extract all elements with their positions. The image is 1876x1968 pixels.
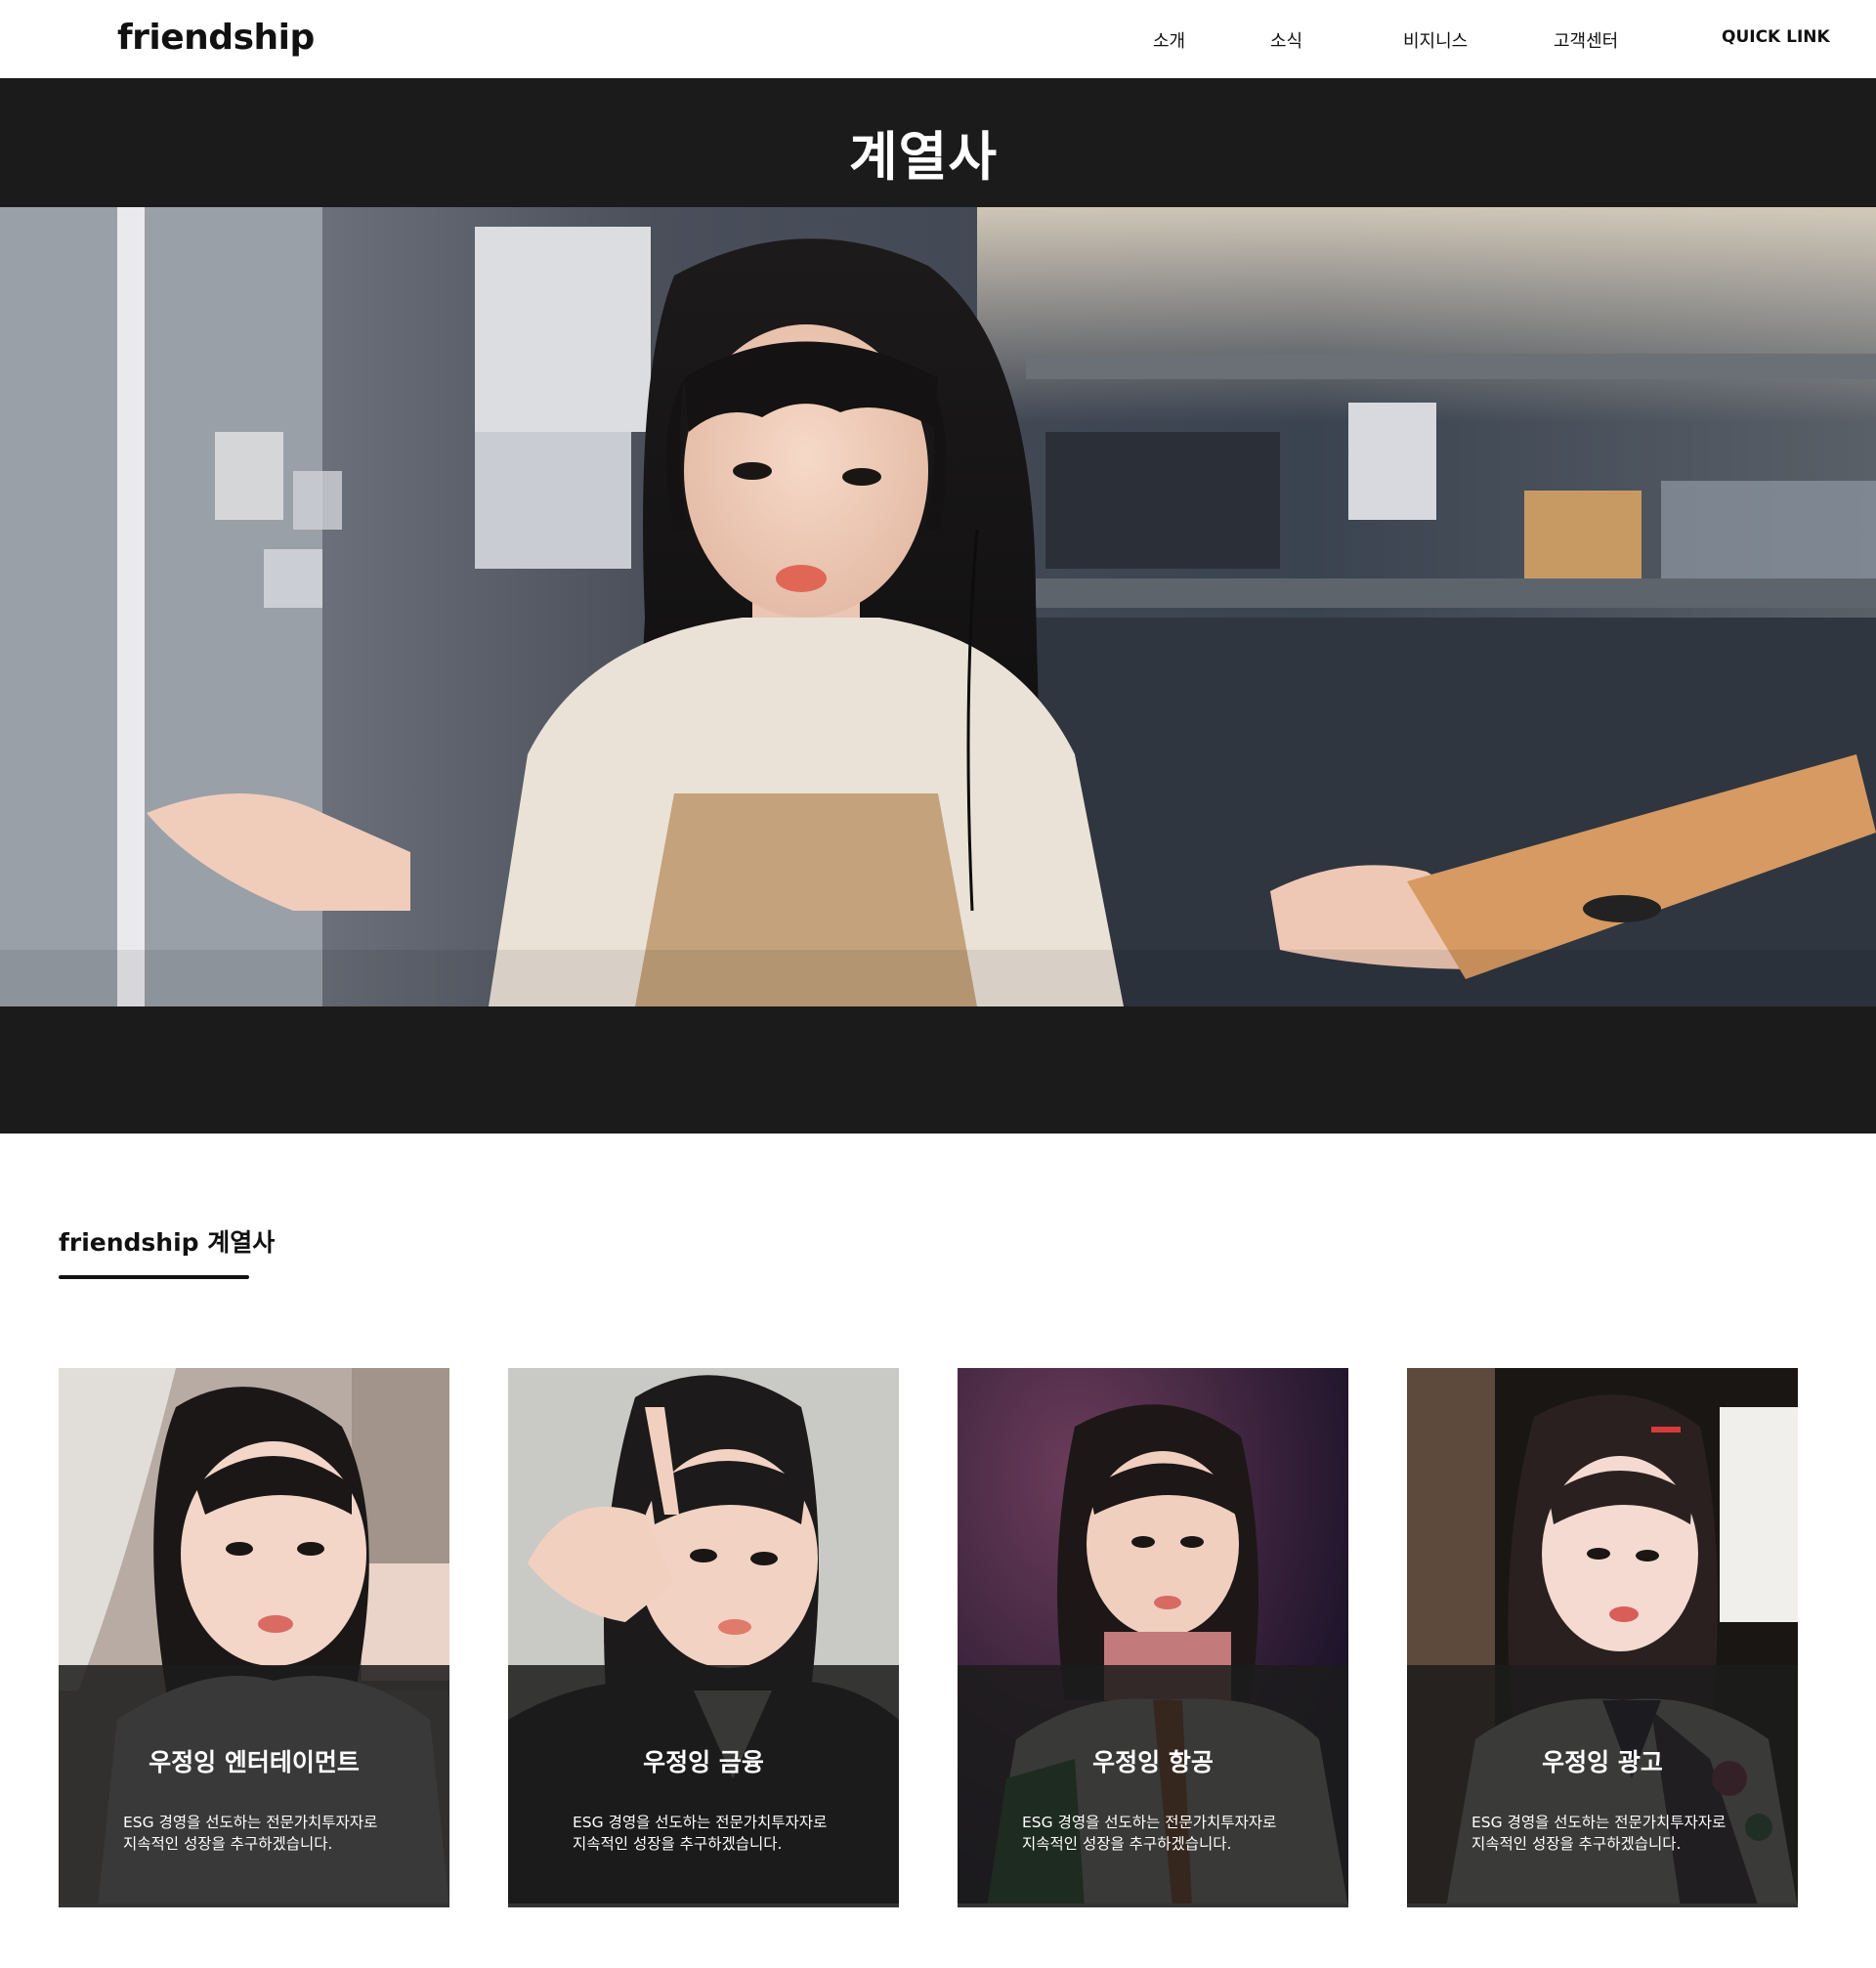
card-description-line: 지속적인 성장을 추구하겠습니다. [573, 1835, 783, 1853]
card-description: ESG 경영을 선도하는 전문가치투자자로 지속적인 성장을 추구하겠습니다. [573, 1812, 885, 1855]
card-title: 우정잉 엔터테이먼트 [149, 1748, 360, 1776]
card-description: ESG 경영을 선도하는 전문가치투자자로 지속적인 성장을 추구하겠습니다. [1471, 1812, 1784, 1855]
card-bottom-border [508, 1904, 899, 1907]
card-overlay: 우정잉 엔터테이먼트 ESG 경영을 선도하는 전문가치투자자로 지속적인 성장… [59, 1665, 449, 1907]
card-title: 우정잉 항공 [1092, 1748, 1214, 1776]
site-header: friendship 소개 소식 비지니스 고객센터 QUICK LINK [0, 0, 1876, 78]
hero-banner: 계열사 [0, 78, 1876, 1134]
nav-item-business[interactable]: 비지니스 [1403, 27, 1468, 53]
card-description-line: ESG 경영을 선도하는 전문가치투자자로 [123, 1814, 378, 1831]
nav-item-about[interactable]: 소개 [1153, 27, 1185, 53]
affiliate-card-advertising[interactable]: 우정잉 광고 ESG 경영을 선도하는 전문가치투자자로 지속적인 성장을 추구… [1407, 1368, 1798, 1907]
card-overlay: 우정잉 금융 ESG 경영을 선도하는 전문가치투자자로 지속적인 성장을 추구… [508, 1665, 899, 1907]
nav-item-quick-link[interactable]: QUICK LINK [1722, 27, 1830, 47]
card-description: ESG 경영을 선도하는 전문가치투자자로 지속적인 성장을 추구하겠습니다. [1022, 1812, 1335, 1855]
card-description-line: ESG 경영을 선도하는 전문가치투자자로 [573, 1814, 828, 1831]
card-description-line: ESG 경영을 선도하는 전문가치투자자로 [1022, 1814, 1277, 1831]
card-bottom-border [1407, 1904, 1798, 1907]
card-title: 우정잉 광고 [1542, 1748, 1663, 1776]
card-overlay: 우정잉 항공 ESG 경영을 선도하는 전문가치투자자로 지속적인 성장을 추구… [958, 1665, 1348, 1907]
affiliate-card-entertainment[interactable]: 우정잉 엔터테이먼트 ESG 경영을 선도하는 전문가치투자자로 지속적인 성장… [59, 1368, 449, 1907]
affiliate-card-airline[interactable]: 우정잉 항공 ESG 경영을 선도하는 전문가치투자자로 지속적인 성장을 추구… [958, 1368, 1348, 1907]
card-title: 우정잉 금융 [643, 1748, 764, 1776]
card-description-line: 지속적인 성장을 추구하겠습니다. [1471, 1835, 1682, 1853]
hero-photo [0, 207, 1876, 1006]
nav-item-news[interactable]: 소식 [1270, 27, 1302, 53]
card-description: ESG 경영을 선도하는 전문가치투자자로 지속적인 성장을 추구하겠습니다. [123, 1812, 436, 1855]
hero-title: 계열사 [848, 126, 999, 188]
card-description-line: ESG 경영을 선도하는 전문가치투자자로 [1471, 1814, 1727, 1831]
section-title: friendship 계열사 [59, 1228, 276, 1257]
card-bottom-border [958, 1904, 1348, 1907]
nav-item-support[interactable]: 고객센터 [1554, 27, 1618, 53]
card-description-line: 지속적인 성장을 추구하겠습니다. [123, 1835, 333, 1853]
affiliate-card-finance[interactable]: 우정잉 금융 ESG 경영을 선도하는 전문가치투자자로 지속적인 성장을 추구… [508, 1368, 899, 1907]
site-logo[interactable]: friendship [117, 18, 315, 58]
card-overlay: 우정잉 광고 ESG 경영을 선도하는 전문가치투자자로 지속적인 성장을 추구… [1407, 1665, 1798, 1907]
section-underline [59, 1275, 249, 1279]
card-description-line: 지속적인 성장을 추구하겠습니다. [1022, 1835, 1232, 1853]
card-bottom-border [59, 1904, 449, 1907]
